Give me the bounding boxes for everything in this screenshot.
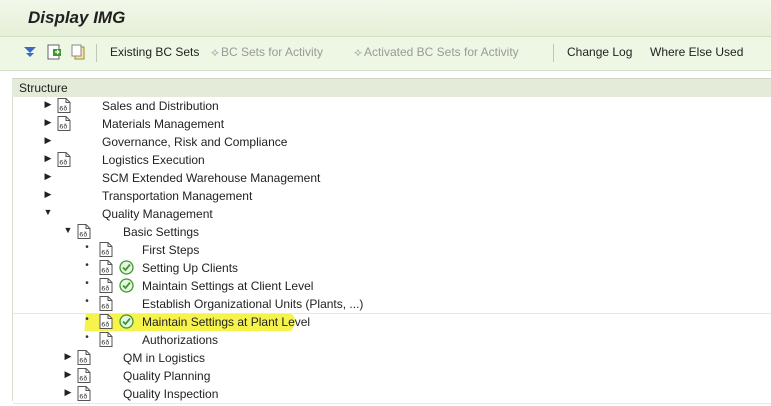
existing-bc-sets-button[interactable]: Existing BC Sets xyxy=(110,45,199,59)
tree-row[interactable]: • 6ð Establish Organizational Units (Plant… xyxy=(13,295,771,314)
svg-text:6ð: 6ð xyxy=(79,375,87,383)
expand-all-icon[interactable] xyxy=(22,44,38,60)
tree-item-label[interactable]: Maintain Settings at Client Level xyxy=(142,279,313,293)
tree-item-label[interactable]: Basic Settings xyxy=(123,225,199,239)
save-variant-icon[interactable] xyxy=(46,44,62,60)
tree-item-label[interactable]: QM in Logistics xyxy=(123,351,205,365)
documentation-icon[interactable]: 6ð xyxy=(77,386,91,401)
toolbar-separator xyxy=(96,44,97,62)
tree-row[interactable]: ▶ SCM Extended Warehouse Management xyxy=(13,169,771,188)
tree-item-label[interactable]: Transportation Management xyxy=(102,189,252,203)
bc-set-icon: ⟡ xyxy=(354,45,362,59)
expand-arrow-icon[interactable]: ▶ xyxy=(43,171,53,182)
documentation-icon[interactable]: 6ð xyxy=(99,242,113,257)
expand-arrow-icon[interactable]: ▶ xyxy=(43,189,53,200)
expand-arrow-icon[interactable]: ▶ xyxy=(43,135,53,146)
tree-row[interactable]: • 6ð Authorizations xyxy=(13,331,771,350)
execute-clock-icon[interactable] xyxy=(119,260,134,275)
documentation-icon[interactable]: 6ð xyxy=(99,278,113,293)
documentation-icon[interactable]: 6ð xyxy=(77,368,91,383)
tree-row[interactable]: ▶ 6ð Quality Planning xyxy=(13,367,771,386)
tree-leaf-bullet: • xyxy=(85,314,89,325)
tree-leaf-bullet: • xyxy=(85,242,89,253)
tree-row[interactable]: • 6ð First Steps xyxy=(13,241,771,260)
documentation-icon[interactable]: 6ð xyxy=(99,296,113,311)
tree-row[interactable]: ▼ Quality Management xyxy=(13,205,771,224)
svg-text:6ð: 6ð xyxy=(79,357,87,365)
documentation-icon[interactable]: 6ð xyxy=(77,224,91,239)
expand-arrow-icon[interactable]: ▶ xyxy=(43,153,53,164)
documentation-icon[interactable]: 6ð xyxy=(57,98,71,113)
svg-text:6ð: 6ð xyxy=(101,339,109,347)
svg-text:6ð: 6ð xyxy=(101,249,109,257)
tree-row[interactable]: ▶ 6ð QM in Logistics xyxy=(13,349,771,368)
img-structure-tree: ▶ 6ð Sales and Distribution ▶ 6ð Materials Ma… xyxy=(12,97,771,404)
tree-row[interactable]: • 6ð Setting Up Clients xyxy=(13,259,771,278)
tree-item-label[interactable]: Authorizations xyxy=(142,333,218,347)
tree-row[interactable]: • 6ð Maintain Settings at Plant Level xyxy=(13,313,771,332)
svg-text:6ð: 6ð xyxy=(101,267,109,275)
tree-row[interactable]: ▼ 6ð Basic Settings xyxy=(13,223,771,242)
title-bar: Display IMG xyxy=(0,0,771,37)
toolbar-separator xyxy=(553,44,554,62)
svg-text:6ð: 6ð xyxy=(59,123,67,131)
bc-set-icon: ⟡ xyxy=(211,45,219,59)
tree-item-label[interactable]: Maintain Settings at Plant Level xyxy=(142,315,310,329)
activated-bc-sets-button[interactable]: ⟡ Activated BC Sets for Activity xyxy=(354,45,519,60)
tree-item-label[interactable]: Materials Management xyxy=(102,117,224,131)
structure-column-header: Structure xyxy=(12,78,771,98)
collapse-arrow-icon[interactable]: ▼ xyxy=(43,207,53,217)
svg-text:6ð: 6ð xyxy=(59,159,67,167)
execute-clock-icon[interactable] xyxy=(119,278,134,293)
tree-item-label[interactable]: Sales and Distribution xyxy=(102,99,219,113)
expand-arrow-icon[interactable]: ▶ xyxy=(43,99,53,110)
tree-leaf-bullet: • xyxy=(85,278,89,289)
tree-leaf-bullet: • xyxy=(85,296,89,307)
page-title: Display IMG xyxy=(28,8,126,27)
bc-sets-for-activity-button[interactable]: ⟡ BC Sets for Activity xyxy=(211,45,323,60)
tree-item-label[interactable]: SCM Extended Warehouse Management xyxy=(102,171,320,185)
svg-text:6ð: 6ð xyxy=(79,231,87,239)
svg-text:6ð: 6ð xyxy=(101,285,109,293)
tree-row[interactable]: ▶ 6ð Materials Management xyxy=(13,115,771,134)
documentation-icon[interactable]: 6ð xyxy=(99,314,113,329)
tree-item-label[interactable]: Quality Inspection xyxy=(123,387,218,401)
tree-row[interactable]: ▶ Transportation Management xyxy=(13,187,771,206)
application-toolbar: Existing BC Sets ⟡ BC Sets for Activity ⟡… xyxy=(0,37,771,71)
tree-row[interactable]: ▶ 6ð Logistics Execution xyxy=(13,151,771,170)
documentation-icon[interactable]: 6ð xyxy=(77,350,91,365)
expand-arrow-icon[interactable]: ▶ xyxy=(43,117,53,128)
structure-header-label: Structure xyxy=(19,81,68,95)
tree-item-label[interactable]: Governance, Risk and Compliance xyxy=(102,135,287,149)
expand-arrow-icon[interactable]: ▶ xyxy=(63,387,73,398)
tree-item-label[interactable]: First Steps xyxy=(142,243,199,257)
documentation-icon[interactable]: 6ð xyxy=(57,152,71,167)
tree-row[interactable]: • 6ð Maintain Settings at Client Level xyxy=(13,277,771,296)
expand-arrow-icon[interactable]: ▶ xyxy=(63,351,73,362)
documentation-icon[interactable]: 6ð xyxy=(99,260,113,275)
documentation-icon[interactable]: 6ð xyxy=(99,332,113,347)
change-log-button[interactable]: Change Log xyxy=(567,45,632,59)
collapse-arrow-icon[interactable]: ▼ xyxy=(63,225,73,235)
tree-item-label[interactable]: Establish Organizational Units (Plants, … xyxy=(142,297,363,311)
expand-arrow-icon[interactable]: ▶ xyxy=(63,369,73,380)
tree-leaf-bullet: • xyxy=(85,260,89,271)
tree-item-label[interactable]: Setting Up Clients xyxy=(142,261,238,275)
svg-text:6ð: 6ð xyxy=(101,321,109,329)
tree-leaf-bullet: • xyxy=(85,332,89,343)
svg-text:6ð: 6ð xyxy=(59,105,67,113)
tree-item-label[interactable]: Quality Planning xyxy=(123,369,210,383)
execute-clock-icon[interactable] xyxy=(119,314,134,329)
tree-row[interactable]: ▶ Governance, Risk and Compliance xyxy=(13,133,771,152)
svg-text:6ð: 6ð xyxy=(79,393,87,401)
tree-item-label[interactable]: Logistics Execution xyxy=(102,153,205,167)
tree-row[interactable]: ▶ 6ð Quality Inspection xyxy=(13,385,771,404)
svg-text:6ð: 6ð xyxy=(101,303,109,311)
tree-item-label[interactable]: Quality Management xyxy=(102,207,213,221)
tree-row[interactable]: ▶ 6ð Sales and Distribution xyxy=(13,97,771,116)
copy-icon[interactable] xyxy=(70,44,86,60)
documentation-icon[interactable]: 6ð xyxy=(57,116,71,131)
where-else-used-button[interactable]: Where Else Used xyxy=(650,45,743,59)
